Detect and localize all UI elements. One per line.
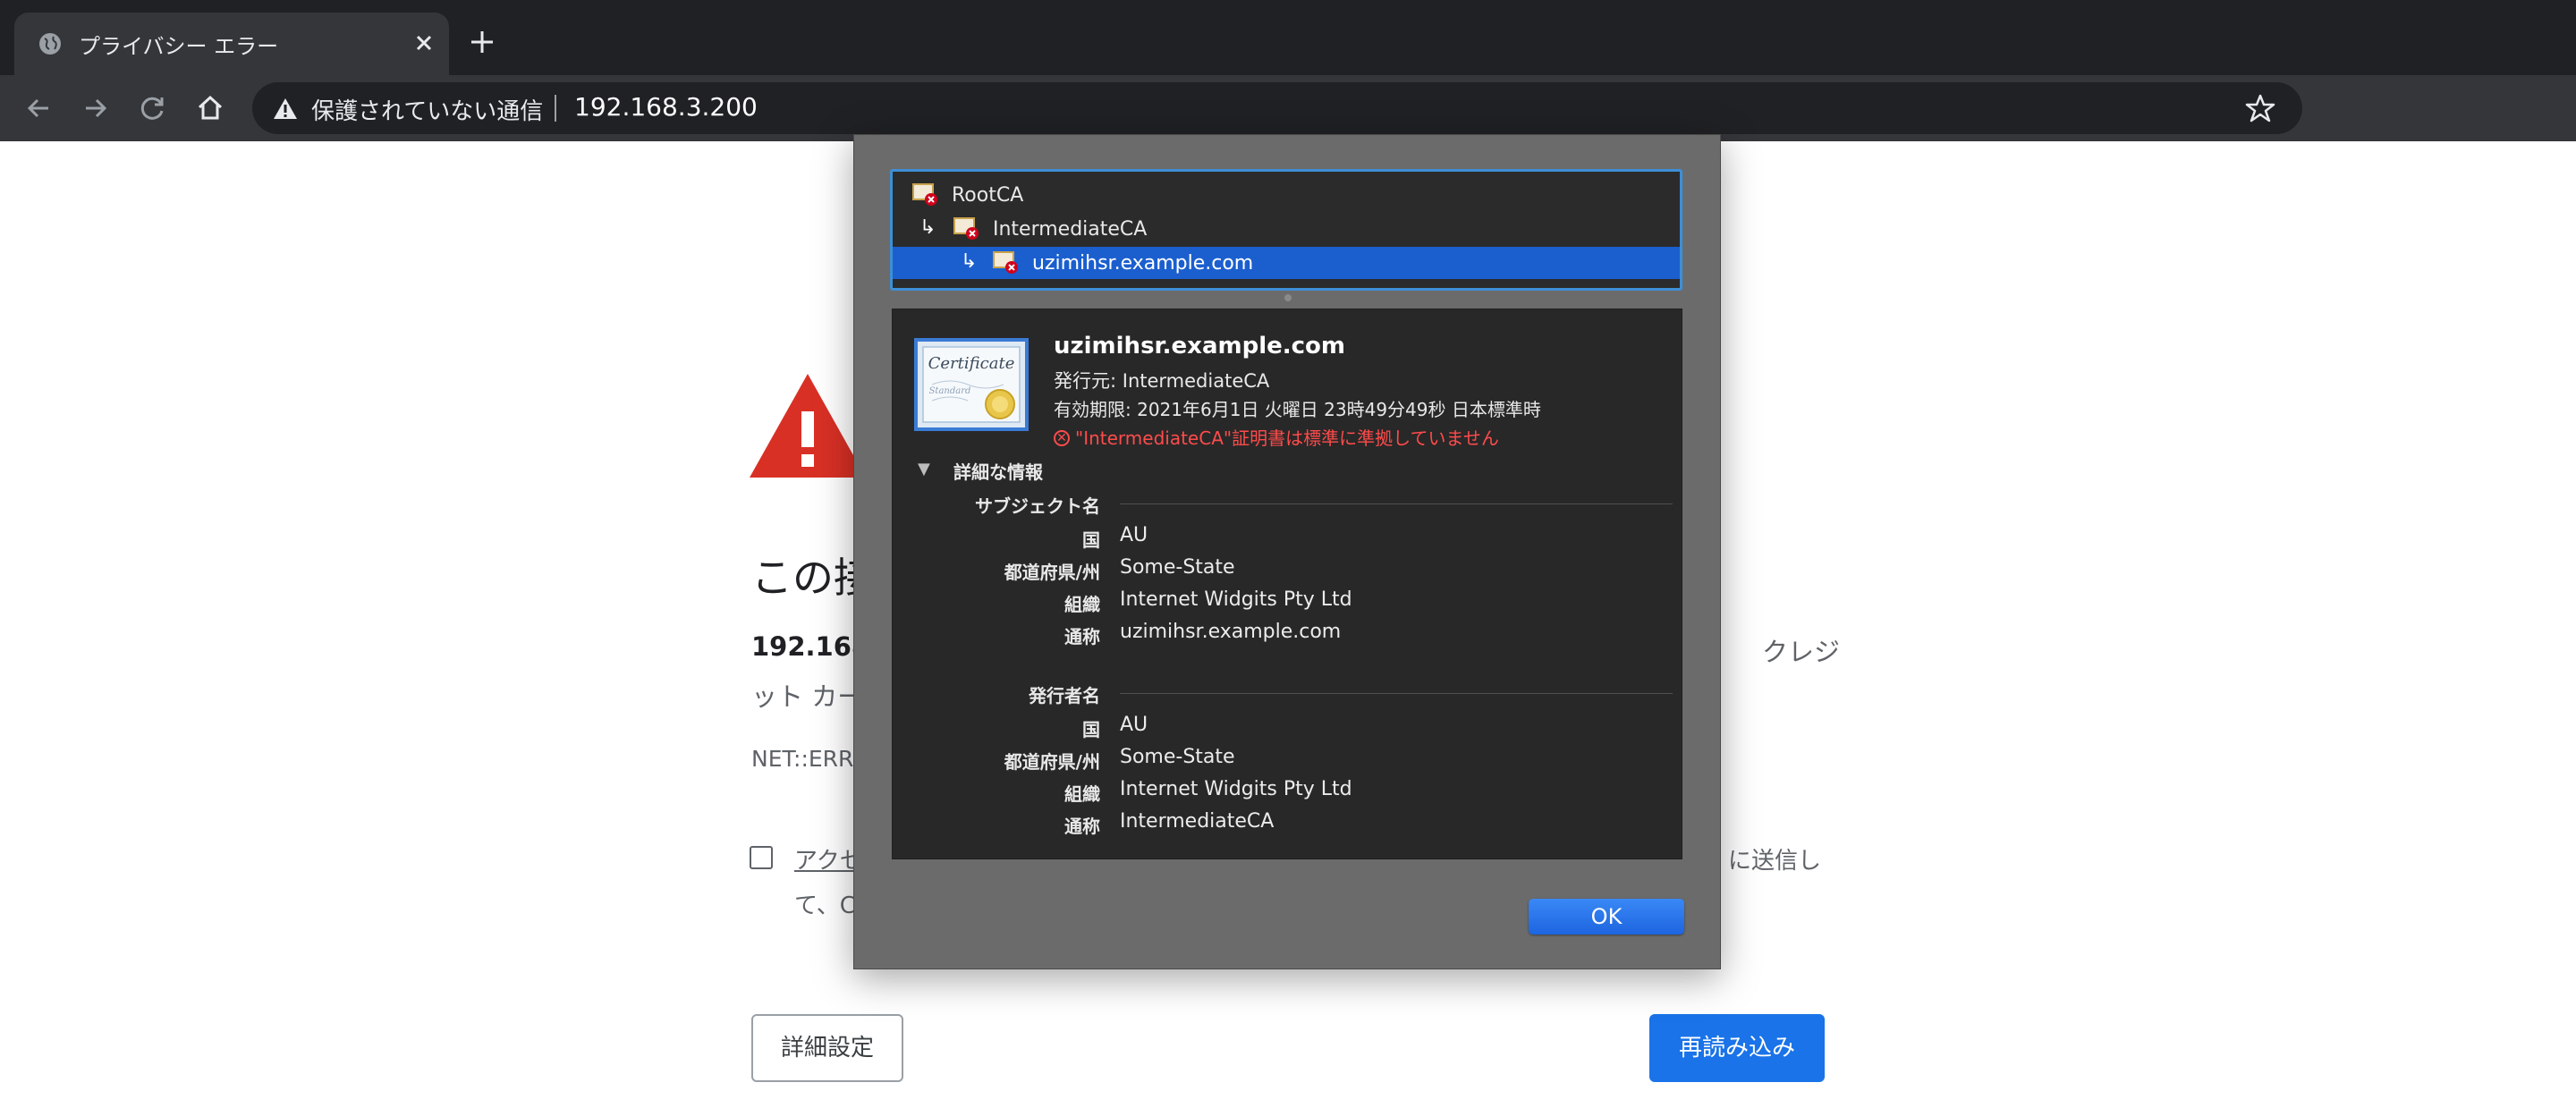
tab-strip: プライバシー エラー [0,0,2576,75]
tab-title: プライバシー エラー [79,34,279,59]
omnibox-divider [555,95,556,122]
disclosure-triangle-icon[interactable]: ▼ [918,460,930,478]
certificate-error: ✕ "IntermediateCA"証明書は標準に準拠していません [1054,424,1499,450]
issuer-country-label: 国 [1082,719,1100,740]
certificate-sheet: RootCA ↳ IntermediateCA ↳ uzimihsr.examp… [853,134,1721,969]
subject-country-value: AU [1120,524,1148,546]
close-tab-icon[interactable] [411,30,436,55]
subject-section-title: サブジェクト名 [975,495,1100,517]
certificate-detail-panel[interactable]: Certificate Standard uzimihsr.example.co… [892,309,1682,859]
certificate-title: uzimihsr.example.com [1054,333,1345,359]
chain-item-label: RootCA [952,184,1024,207]
issuer-cn-label: 通称 [1064,816,1100,837]
subject-divider [1120,503,1673,504]
browser-toolbar: 保護されていない通信 192.168.3.200 [0,75,2576,141]
new-tab-plus-icon[interactable] [467,27,497,57]
subject-org-value: Internet Widgits Pty Ltd [1120,588,1352,611]
certificate-error-text: "IntermediateCA"証明書は標準に準拠していません [1075,427,1499,449]
advanced-button[interactable]: 詳細設定 [751,1014,903,1082]
chain-item-label: IntermediateCA [993,218,1148,241]
privacy-warning-icon [750,374,866,478]
certificate-expiry: 有効期限: 2021年6月1日 火曜日 23時49分49秒 日本標準時 [1054,399,1541,420]
split-view-handle[interactable] [1284,294,1292,301]
warning-triangle-icon[interactable] [272,96,299,121]
chain-indent-arrow-icon: ↳ [919,216,936,239]
issuer-state-label: 都道府県/州 [1004,751,1100,773]
ok-button[interactable]: OK [1529,899,1684,935]
certificate-icon: Certificate Standard [914,338,1029,431]
invalid-certificate-icon [953,217,979,240]
svg-text:Standard: Standard [929,386,971,396]
forward-arrow-icon[interactable] [79,91,113,125]
error-circle-icon: ✕ [1054,429,1070,446]
invalid-certificate-icon [993,251,1018,274]
subject-country-label: 国 [1082,529,1100,551]
report-checkbox-line2: て、C [794,892,856,919]
page-body-line2: ット カー [751,681,864,712]
details-toggle-label[interactable]: 詳細な情報 [953,458,1043,484]
tab-privacy-error[interactable]: プライバシー エラー [14,13,449,75]
bookmark-star-icon[interactable] [2245,93,2275,123]
page-body-right: クレジ [1762,637,1841,667]
chain-item-intermediateca[interactable]: ↳ IntermediateCA [893,213,1680,245]
subject-cn-value: uzimihsr.example.com [1120,621,1342,643]
report-checkbox-right: に送信し [1728,848,1822,875]
issuer-section-title: 発行者名 [1029,685,1100,706]
subject-state-label: 都道府県/州 [1004,562,1100,583]
certificate-chain-list[interactable]: RootCA ↳ IntermediateCA ↳ uzimihsr.examp… [890,169,1682,291]
issuer-state-value: Some-State [1120,746,1235,768]
issuer-org-label: 組織 [1064,783,1100,805]
reload-icon[interactable] [136,91,170,125]
report-checkbox[interactable] [750,846,773,869]
issuer-org-value: Internet Widgits Pty Ltd [1120,778,1352,800]
error-code: NET::ERR [751,746,854,772]
issuer-country-value: AU [1120,714,1148,736]
chain-item-rootca[interactable]: RootCA [893,179,1680,211]
subject-org-label: 組織 [1064,594,1100,615]
home-icon[interactable] [193,91,227,125]
invalid-certificate-icon [912,183,937,206]
issuer-cn-value: IntermediateCA [1120,810,1275,833]
svg-text:Certificate: Certificate [928,354,1015,373]
subject-cn-label: 通称 [1064,626,1100,647]
security-status-text[interactable]: 保護されていない通信 [311,93,543,126]
subject-state-value: Some-State [1120,556,1235,579]
address-bar[interactable]: 保護されていない通信 192.168.3.200 [252,82,2302,134]
host-text: 192.168 [751,631,870,662]
globe-icon [39,33,61,55]
page-body-text: 192.168 [751,631,869,662]
certificate-issued-by: 発行元: IntermediateCA [1054,370,1270,392]
reload-button[interactable]: 再読み込み [1649,1014,1825,1082]
chain-indent-arrow-icon: ↳ [961,250,978,273]
chain-item-leaf-selected[interactable]: ↳ uzimihsr.example.com [893,247,1680,279]
back-arrow-icon[interactable] [21,91,55,125]
url-text[interactable]: 192.168.3.200 [574,92,758,122]
issuer-divider [1120,693,1673,694]
chain-item-label: uzimihsr.example.com [1032,252,1254,275]
